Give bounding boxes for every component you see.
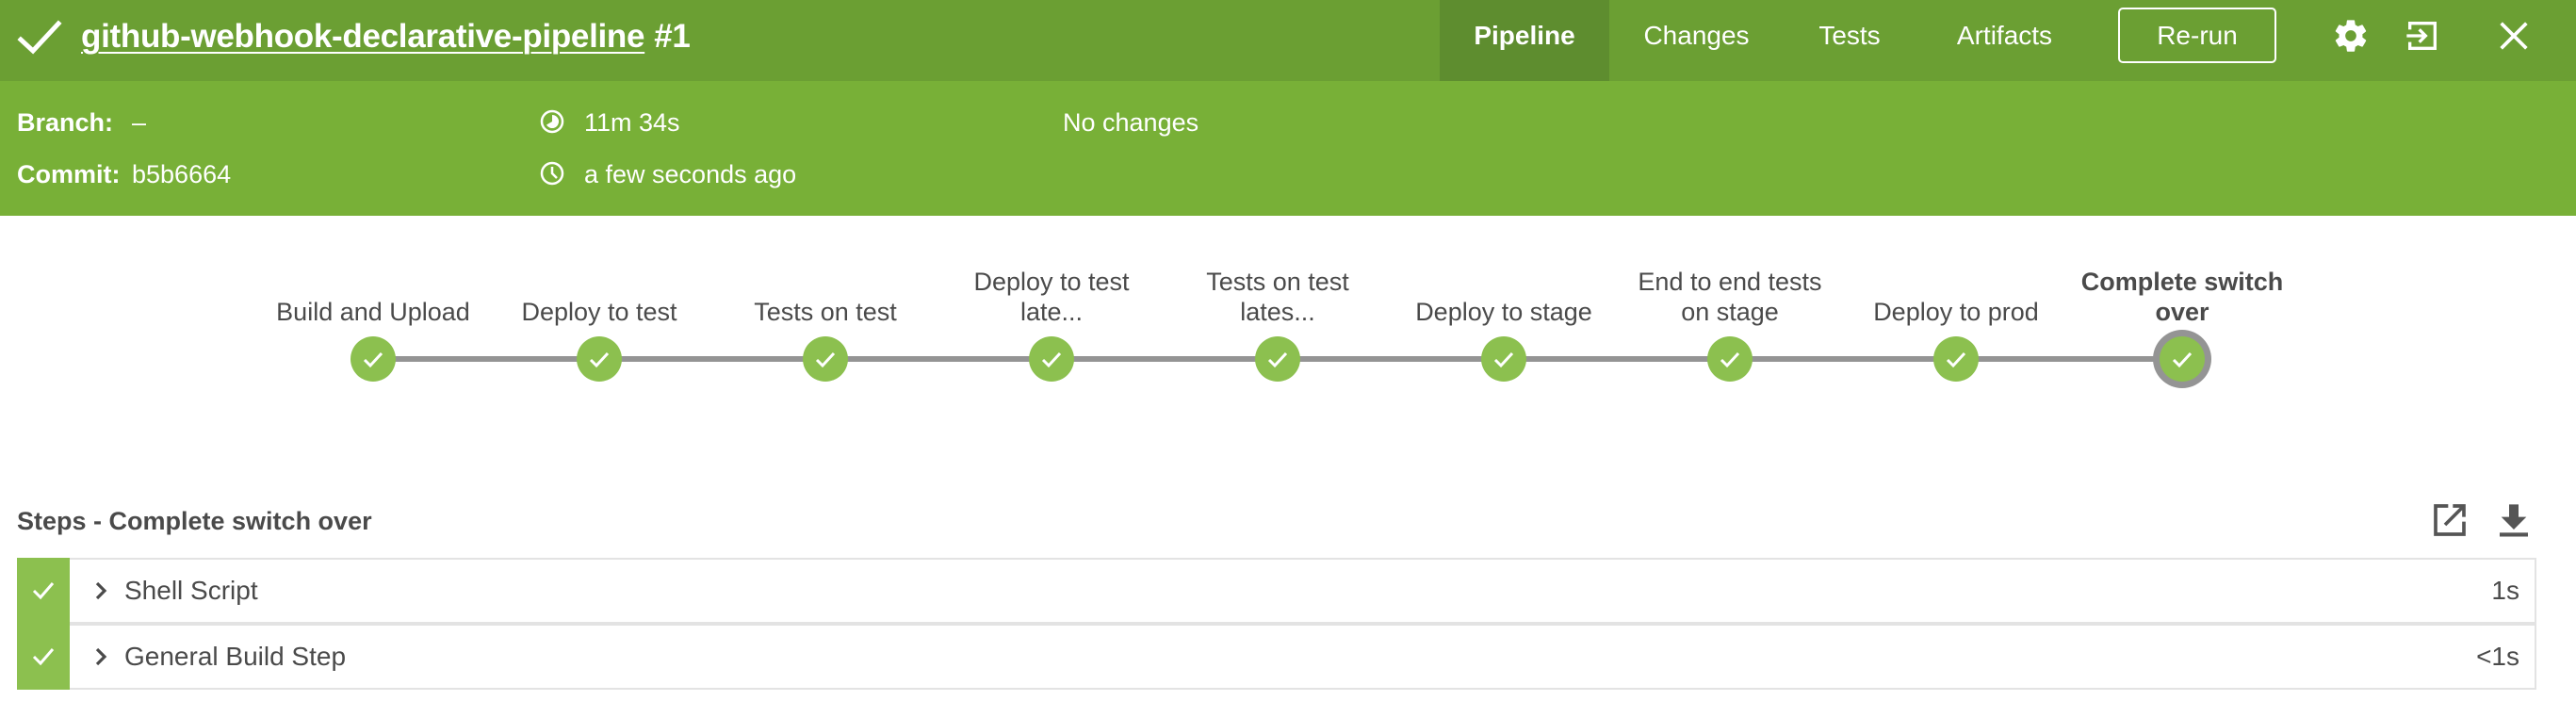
tab-changes[interactable]: Changes bbox=[1619, 0, 1774, 81]
duration-clock-icon bbox=[540, 109, 564, 134]
stage-label[interactable]: Deploy to test late... bbox=[948, 267, 1155, 327]
chevron-right-icon[interactable] bbox=[90, 579, 113, 603]
stage-label[interactable]: Deploy to test bbox=[496, 297, 703, 327]
commit-label: Commit: bbox=[17, 160, 121, 188]
stage-node-success[interactable] bbox=[1933, 336, 1979, 382]
tab-tests[interactable]: Tests bbox=[1784, 0, 1916, 81]
stage-node-selected[interactable] bbox=[2152, 329, 2212, 389]
changes-value: No changes bbox=[1063, 108, 1199, 137]
check-icon bbox=[17, 20, 62, 55]
step-status-success bbox=[17, 558, 70, 624]
close-icon[interactable] bbox=[2495, 17, 2533, 55]
stage-node-success[interactable] bbox=[1029, 336, 1074, 382]
step-row[interactable]: Shell Script 1s bbox=[17, 558, 2536, 624]
step-status-success bbox=[17, 624, 70, 690]
stage-node-success[interactable] bbox=[577, 336, 622, 382]
step-duration: <1s bbox=[2476, 642, 2519, 671]
tab-artifacts[interactable]: Artifacts bbox=[1932, 0, 2078, 81]
branch-value: – bbox=[132, 108, 147, 137]
stage-node-success[interactable] bbox=[803, 336, 848, 382]
run-info-bar: Branch: – Commit: b5b6664 11m 34s a few … bbox=[0, 81, 2576, 216]
pipeline-name-link[interactable]: github-webhook-declarative-pipeline bbox=[81, 18, 644, 55]
open-in-new-icon[interactable] bbox=[2431, 501, 2469, 539]
check-icon bbox=[32, 648, 55, 666]
commit-value: b5b6664 bbox=[132, 160, 232, 188]
tab-pipeline[interactable]: Pipeline bbox=[1440, 0, 1609, 81]
stage-label[interactable]: Build and Upload bbox=[269, 297, 477, 327]
run-number: #1 bbox=[654, 18, 691, 55]
chevron-right-icon[interactable] bbox=[90, 644, 113, 669]
step-duration: 1s bbox=[2491, 576, 2519, 605]
duration-value: 11m 34s bbox=[584, 108, 680, 137]
stage-node-success[interactable] bbox=[1707, 336, 1753, 382]
step-name: General Build Step bbox=[124, 642, 347, 671]
step-row[interactable]: General Build Step <1s bbox=[17, 624, 2536, 690]
exit-icon[interactable] bbox=[2404, 17, 2441, 55]
stage-label[interactable]: Deploy to stage bbox=[1400, 297, 1607, 327]
started-value: a few seconds ago bbox=[584, 160, 797, 188]
stage-label[interactable]: End to end tests on stage bbox=[1626, 267, 1834, 327]
step-name: Shell Script bbox=[124, 576, 258, 605]
rerun-button[interactable]: Re-run bbox=[2118, 8, 2276, 63]
clock-icon bbox=[540, 161, 564, 186]
gear-icon[interactable] bbox=[2332, 17, 2370, 55]
stage-node-success[interactable] bbox=[351, 336, 396, 382]
stage-label[interactable]: Tests on test lates... bbox=[1174, 267, 1381, 327]
page-title: github-webhook-declarative-pipeline #1 bbox=[81, 15, 691, 58]
stage-label[interactable]: Tests on test bbox=[722, 297, 929, 327]
steps-title: Steps - Complete switch over bbox=[17, 507, 372, 535]
download-icon[interactable] bbox=[2495, 501, 2533, 539]
branch-label: Branch: bbox=[17, 108, 114, 137]
stage-node-success[interactable] bbox=[1255, 336, 1300, 382]
stage-label[interactable]: Deploy to prod bbox=[1852, 297, 2060, 327]
stage-node-success[interactable] bbox=[1481, 336, 1526, 382]
check-icon bbox=[32, 582, 55, 600]
top-bar: github-webhook-declarative-pipeline #1 Pi… bbox=[0, 0, 2576, 81]
stage-label[interactable]: Complete switch over bbox=[2079, 267, 2286, 327]
pipeline-graph: Build and Upload Deploy to test Tests on t… bbox=[0, 216, 2576, 461]
